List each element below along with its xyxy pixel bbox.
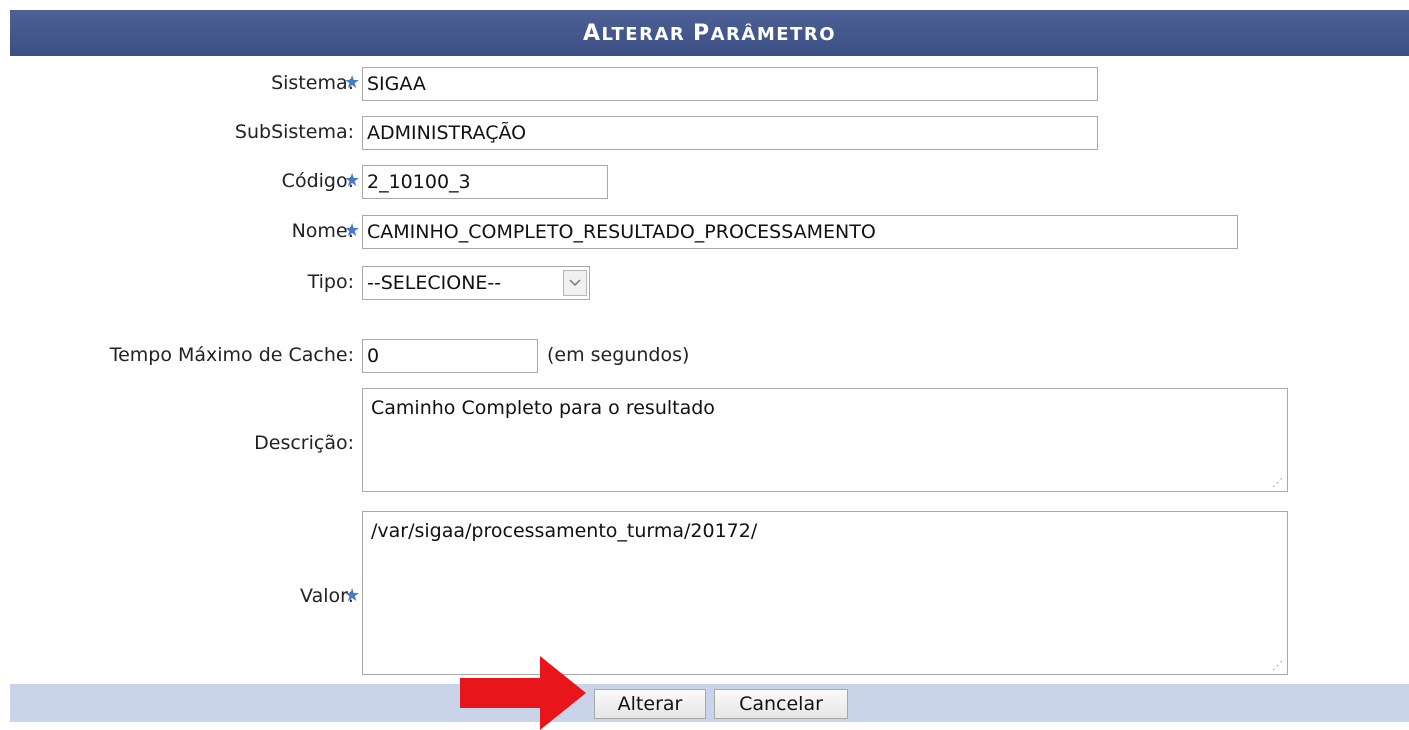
- form-body: Sistema: ★ SIGAA SubSistema: ADMINISTRAÇ…: [10, 56, 1409, 684]
- title-rest-a: LTERAR: [601, 24, 693, 45]
- row-codigo: Código: ★ 2_10100_3: [10, 162, 1409, 202]
- red-arrow-icon: [460, 656, 586, 730]
- form-footer: Alterar Cancelar: [10, 684, 1409, 722]
- codigo-field[interactable]: 2_10100_3: [362, 165, 608, 199]
- cache-unit-label: (em segundos): [547, 344, 690, 366]
- cache-label: Tempo Máximo de Cache:: [109, 344, 354, 366]
- row-sistema: Sistema: ★ SIGAA: [10, 64, 1409, 104]
- cache-field[interactable]: 0: [362, 339, 538, 373]
- star-icon: ★: [344, 72, 361, 93]
- form-title: ALTERAR PARÂMETRO: [10, 10, 1409, 56]
- star-icon: ★: [344, 170, 361, 191]
- resize-grip-icon[interactable]: ⋰: [1272, 660, 1283, 671]
- row-valor: Valor: ★ /var/sigaa/processamento_turma/…: [10, 511, 1409, 675]
- cancelar-button[interactable]: Cancelar: [714, 689, 848, 719]
- descricao-text: Caminho Completo para o resultado: [371, 397, 715, 419]
- sistema-label: Sistema:: [271, 72, 354, 94]
- resize-grip-icon[interactable]: ⋰: [1272, 477, 1283, 488]
- alterar-button[interactable]: Alterar: [594, 689, 706, 719]
- tipo-label: Tipo:: [307, 271, 354, 293]
- title-rest-p: ARÂMETRO: [710, 24, 836, 45]
- row-tipo: Tipo: --SELECIONE--: [10, 263, 1409, 303]
- alterar-parametro-form: ALTERAR PARÂMETRO Sistema: ★ SIGAA SubSi…: [10, 10, 1409, 722]
- row-subsistema: SubSistema: ADMINISTRAÇÃO: [10, 113, 1409, 153]
- valor-textarea[interactable]: /var/sigaa/processamento_turma/20172/ ⋰: [362, 511, 1288, 675]
- title-initial-p: P: [693, 21, 711, 46]
- valor-text: /var/sigaa/processamento_turma/20172/: [371, 520, 758, 542]
- star-icon: ★: [344, 585, 361, 606]
- row-descricao: Descrição: Caminho Completo para o resul…: [10, 388, 1409, 492]
- descricao-textarea[interactable]: Caminho Completo para o resultado ⋰: [362, 388, 1288, 492]
- tipo-select[interactable]: --SELECIONE--: [362, 266, 590, 300]
- subsistema-label: SubSistema:: [234, 121, 354, 143]
- descricao-label: Descrição:: [254, 432, 354, 454]
- sistema-field[interactable]: SIGAA: [362, 67, 1098, 101]
- subsistema-field[interactable]: ADMINISTRAÇÃO: [362, 116, 1098, 150]
- title-initial-a: A: [582, 21, 602, 46]
- tipo-selected-value: --SELECIONE--: [367, 272, 502, 294]
- nome-field[interactable]: CAMINHO_COMPLETO_RESULTADO_PROCESSAMENTO: [362, 215, 1238, 249]
- chevron-down-icon[interactable]: [563, 270, 587, 296]
- star-icon: ★: [344, 220, 361, 241]
- row-cache: Tempo Máximo de Cache: 0 (em segundos): [10, 336, 1409, 376]
- row-nome: Nome: ★ CAMINHO_COMPLETO_RESULTADO_PROCE…: [10, 212, 1409, 252]
